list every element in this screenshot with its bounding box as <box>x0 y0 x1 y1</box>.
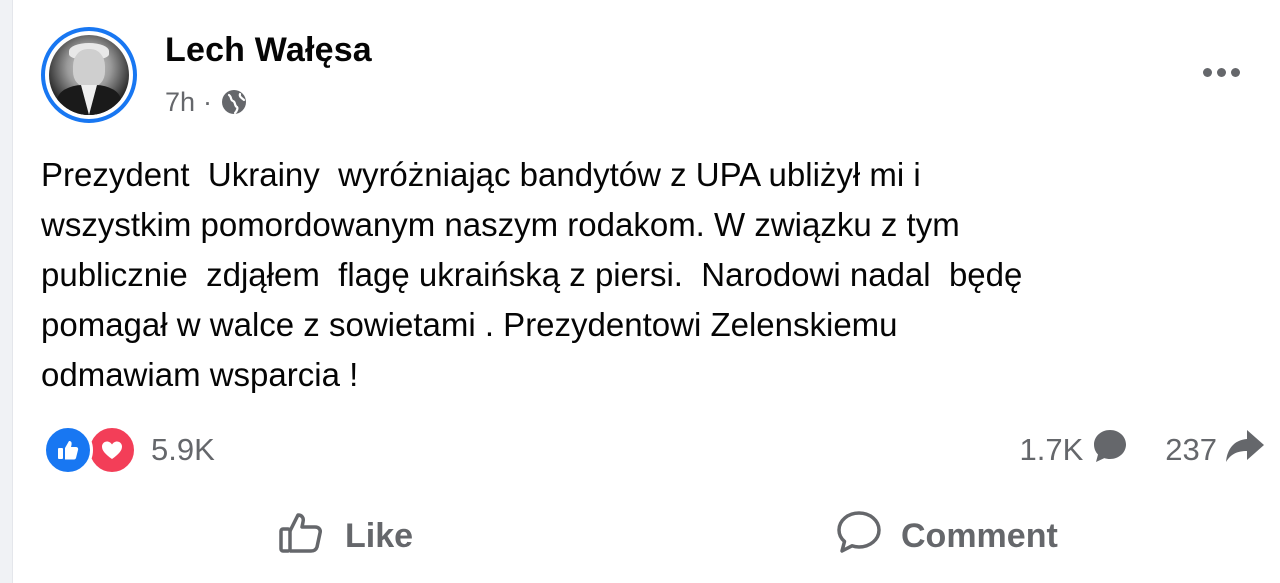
comment-button[interactable]: Comment <box>835 500 1058 572</box>
post-meta: 7h · <box>165 84 248 120</box>
comments-count: 1.7K <box>1019 432 1084 467</box>
globe-icon <box>220 88 248 116</box>
thumbs-up-icon <box>277 507 327 566</box>
comments-stat[interactable]: 1.7K <box>1019 427 1129 473</box>
more-options-button[interactable] <box>1197 58 1245 86</box>
post-card: Lech Wałęsa 7h · Prezydent Ukrainy wyróż… <box>12 0 1280 583</box>
avatar[interactable] <box>41 27 137 123</box>
like-reaction-icon <box>43 425 93 475</box>
dot-icon <box>1230 67 1240 77</box>
comment-label: Comment <box>901 516 1058 555</box>
dot-icon <box>1216 67 1226 77</box>
share-arrow-icon <box>1225 428 1265 472</box>
meta-separator: · <box>203 86 213 117</box>
post-time[interactable]: 7h <box>165 87 195 118</box>
author-name[interactable]: Lech Wałęsa <box>165 31 372 70</box>
post-actions: Like Comment <box>13 500 1280 572</box>
reactions-summary[interactable]: 5.9K <box>43 424 215 476</box>
comment-icon <box>835 508 883 565</box>
like-label: Like <box>345 516 414 555</box>
love-reaction-icon <box>87 425 137 475</box>
dot-icon <box>1202 67 1212 77</box>
shares-stat[interactable]: 237 <box>1165 428 1265 472</box>
shares-count: 237 <box>1165 432 1217 467</box>
comment-bubble-icon <box>1091 427 1129 473</box>
reactions-count: 5.9K <box>151 432 215 467</box>
profile-photo <box>49 35 129 115</box>
like-button[interactable]: Like <box>277 500 413 572</box>
post-text: Prezydent Ukrainy wyróżniając bandytów z… <box>41 156 1023 393</box>
engagement-stats: 1.7K 237 <box>1019 424 1265 476</box>
